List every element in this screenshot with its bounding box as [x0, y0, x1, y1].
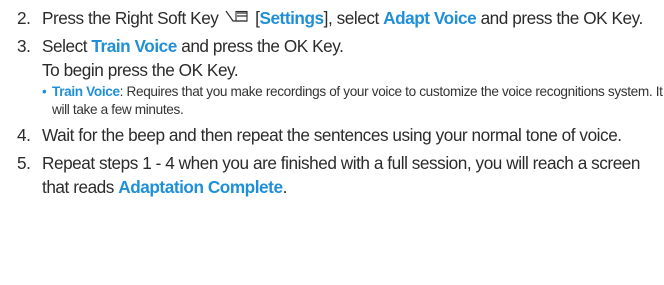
step-text-after: and press the OK Key. [476, 8, 644, 28]
right-soft-key-icon [225, 6, 249, 30]
adapt-voice-keyword: Adapt Voice [383, 8, 477, 28]
step-4: 4. Wait for the beep and then repeat the… [0, 123, 664, 147]
step-number: 3. [17, 36, 31, 56]
step-number: 4. [17, 125, 31, 145]
adaptation-complete-keyword: Adaptation Complete [118, 177, 283, 197]
step-number: 5. [17, 153, 31, 173]
step-3: 3. Select Train Voice and press the OK K… [0, 34, 664, 119]
clipped-previous-line [0, 0, 664, 1]
manual-page: 2. Press the Right Soft Key [Settings], … [0, 0, 664, 203]
note-bullet: • Train Voice: Requires that you make re… [42, 83, 664, 119]
step-text-mid: ], select [323, 8, 384, 28]
note-keyword: Train Voice [52, 84, 120, 99]
step-text: Select [42, 36, 92, 56]
step-text: Press the Right Soft Key [42, 8, 219, 28]
step-subline: To begin press the OK Key. [42, 60, 239, 80]
settings-keyword: Settings [259, 8, 324, 28]
train-voice-keyword: Train Voice [91, 36, 177, 56]
step-5: 5. Repeat steps 1 - 4 when you are finis… [0, 151, 664, 199]
note-text: : Requires that you make recordings of y… [52, 84, 663, 117]
step-text: Wait for the beep and then repeat the se… [42, 125, 622, 145]
step-number: 2. [17, 8, 31, 28]
step-2: 2. Press the Right Soft Key [Settings], … [0, 6, 664, 30]
bullet-marker: • [42, 84, 47, 99]
step-text-after: . [282, 177, 288, 197]
step-text-after: and press the OK Key. [176, 36, 344, 56]
